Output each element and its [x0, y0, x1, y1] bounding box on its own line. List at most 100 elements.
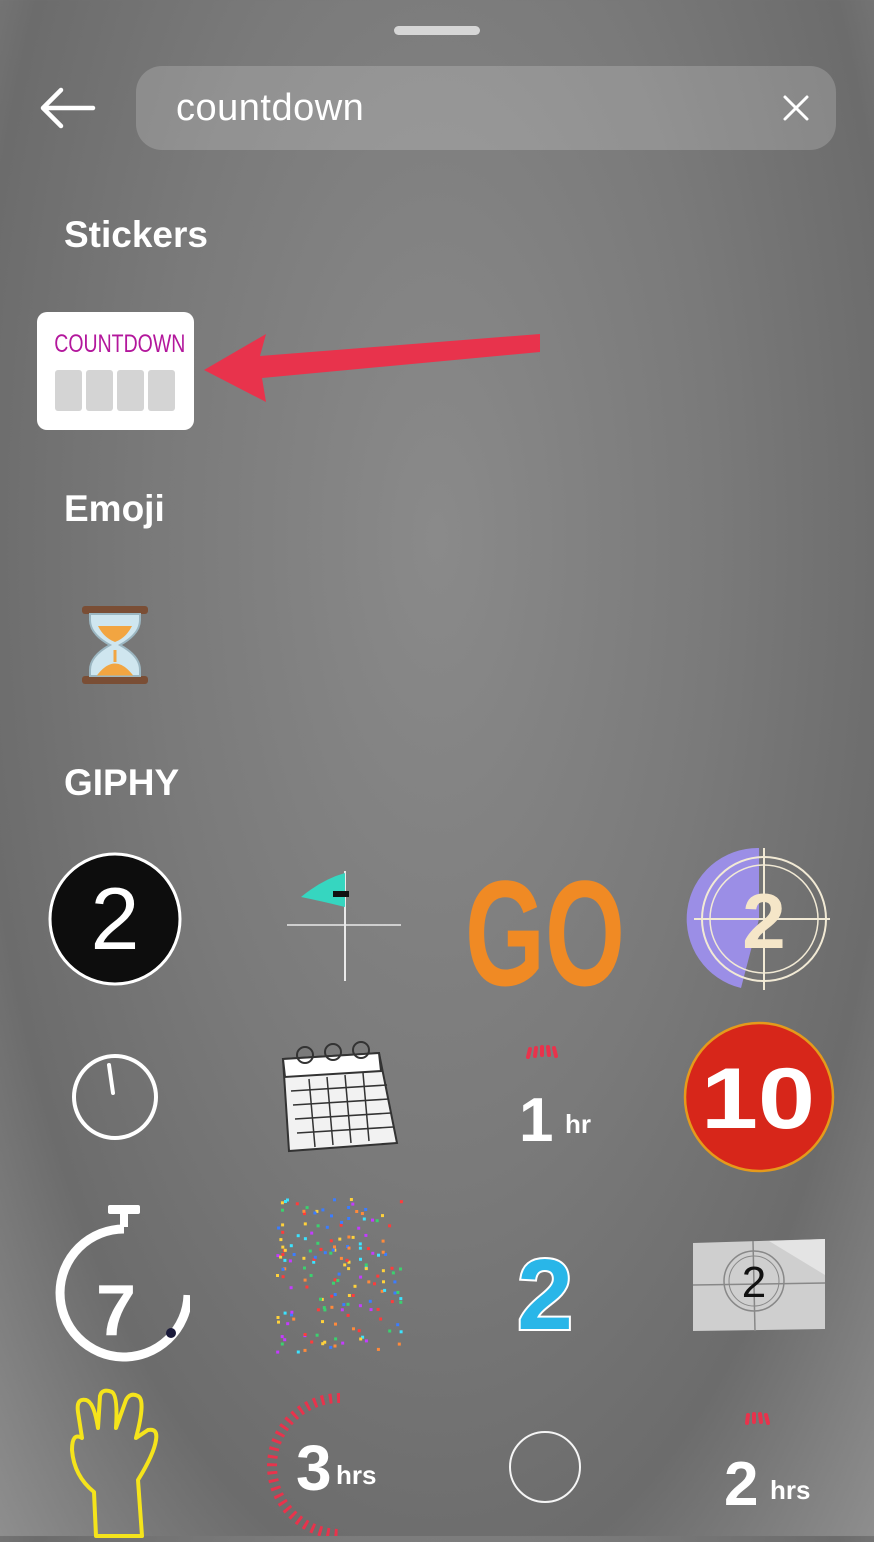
confetti-dot: [308, 1249, 312, 1253]
confetti-dot: [281, 1208, 284, 1212]
confetti-dot: [364, 1267, 368, 1271]
confetti-dot: [364, 1339, 368, 1343]
confetti-dot: [316, 1224, 320, 1228]
confetti-dot: [310, 1231, 314, 1235]
confetti-dot: [310, 1340, 314, 1344]
giphy-sticker[interactable]: 2 hrs: [674, 1386, 844, 1536]
confetti-dot: [303, 1237, 307, 1241]
giphy-sticker[interactable]: 2: [30, 844, 200, 994]
countdown-sticker-label: COUNTDOWN: [54, 330, 186, 358]
confetti-dot: [281, 1245, 285, 1249]
hourglass-icon[interactable]: [80, 604, 150, 686]
confetti-dot: [329, 1251, 333, 1255]
confetti-dot: [279, 1238, 283, 1242]
giphy-sticker[interactable]: [250, 1198, 420, 1354]
confetti-dot: [316, 1308, 320, 1312]
confetti-dot: [383, 1288, 387, 1292]
hour-unit: hrs: [336, 1460, 376, 1490]
giphy-sticker[interactable]: GO: [460, 844, 630, 994]
confetti-dot: [303, 1222, 307, 1226]
confetti-dot: [303, 1278, 307, 1282]
confetti-dot: [341, 1341, 345, 1345]
confetti-dot: [357, 1226, 361, 1230]
confetti-dot: [338, 1237, 342, 1241]
back-button[interactable]: [34, 80, 100, 136]
giphy-sticker[interactable]: 2: [460, 1212, 630, 1362]
confetti-dot: [321, 1320, 324, 1324]
number-2-blue-icon: 2: [515, 1237, 575, 1347]
confetti-dot: [346, 1302, 350, 1306]
confetti-dot: [376, 1347, 380, 1351]
confetti-dot: [381, 1239, 385, 1243]
confetti-dot: [313, 1211, 317, 1215]
giphy-sticker[interactable]: [30, 1022, 200, 1172]
confetti-dot: [396, 1323, 400, 1327]
confetti-dot: [319, 1247, 323, 1251]
confetti-dot: [289, 1286, 293, 1290]
confetti-dot: [296, 1350, 300, 1354]
confetti-dot: [399, 1297, 403, 1301]
confetti-dot: [290, 1313, 293, 1317]
countdown-sticker[interactable]: COUNTDOWN: [37, 312, 194, 430]
giphy-sticker[interactable]: [30, 1388, 200, 1538]
giphy-sticker[interactable]: 2: [674, 1210, 844, 1360]
confetti-dot: [289, 1244, 293, 1248]
back-arrow-icon: [40, 87, 96, 129]
giphy-sticker[interactable]: 3 hrs: [250, 1386, 420, 1536]
confetti-dot: [377, 1253, 380, 1257]
digit-box: [55, 370, 82, 411]
sheet-grabber[interactable]: [394, 26, 480, 35]
countdown-digit-boxes: [55, 370, 175, 411]
confetti-dot: [369, 1308, 373, 1312]
confetti-dot: [339, 1223, 343, 1227]
giphy-sticker[interactable]: [246, 844, 416, 994]
confetti-dot: [342, 1303, 346, 1307]
giphy-sticker[interactable]: [248, 1024, 418, 1174]
confetti-dot: [331, 1248, 335, 1252]
confetti-dot: [334, 1337, 338, 1341]
confetti-dot: [296, 1234, 300, 1238]
confetti-dot: [339, 1256, 343, 1260]
confetti-dot: [353, 1284, 357, 1288]
sticker-number: 2: [742, 877, 785, 965]
confetti-dot: [280, 1201, 284, 1205]
confetti-dot: [277, 1226, 281, 1230]
confetti-dot: [330, 1305, 334, 1309]
confetti-dot: [381, 1269, 385, 1273]
giphy-sticker[interactable]: 2: [674, 844, 844, 994]
giphy-sticker[interactable]: 7: [30, 1205, 200, 1362]
confetti-dot: [360, 1212, 364, 1215]
giphy-sticker[interactable]: [460, 1392, 630, 1542]
confetti-dot: [390, 1300, 394, 1304]
sticker-number: 2: [517, 1239, 573, 1347]
confetti-dot: [346, 1313, 350, 1317]
confetti-dot: [276, 1274, 279, 1277]
confetti-dot: [351, 1235, 355, 1239]
confetti-dot: [295, 1202, 299, 1206]
confetti-dot: [347, 1235, 351, 1239]
search-bar[interactable]: countdown: [136, 66, 836, 150]
confetti-dot: [390, 1266, 394, 1270]
confetti-dot: [325, 1225, 329, 1229]
calendar-icon: [281, 1041, 399, 1153]
confetti-dot: [305, 1285, 309, 1289]
go-text: GO: [465, 849, 625, 989]
confetti-dot: [283, 1311, 287, 1315]
confetti-dot: [321, 1342, 325, 1346]
hour-number: 3: [296, 1432, 332, 1504]
confetti-dot: [319, 1297, 322, 1301]
confetti-dot: [396, 1290, 400, 1294]
sticker-number: 2: [91, 869, 140, 968]
confetti-dot: [288, 1259, 292, 1263]
confetti-dot: [393, 1291, 397, 1295]
confetti-dot: [322, 1306, 326, 1310]
confetti-dot: [283, 1248, 287, 1252]
giphy-sticker[interactable]: 10: [674, 1021, 844, 1173]
search-input[interactable]: countdown: [176, 87, 756, 130]
confetti-dot: [379, 1317, 383, 1321]
clear-search-button[interactable]: [756, 68, 836, 148]
giphy-sticker[interactable]: 1 hr: [460, 1022, 630, 1172]
confetti-dot: [323, 1251, 327, 1255]
confetti-dot: [333, 1293, 337, 1296]
sticker-number: 10: [701, 1051, 815, 1147]
